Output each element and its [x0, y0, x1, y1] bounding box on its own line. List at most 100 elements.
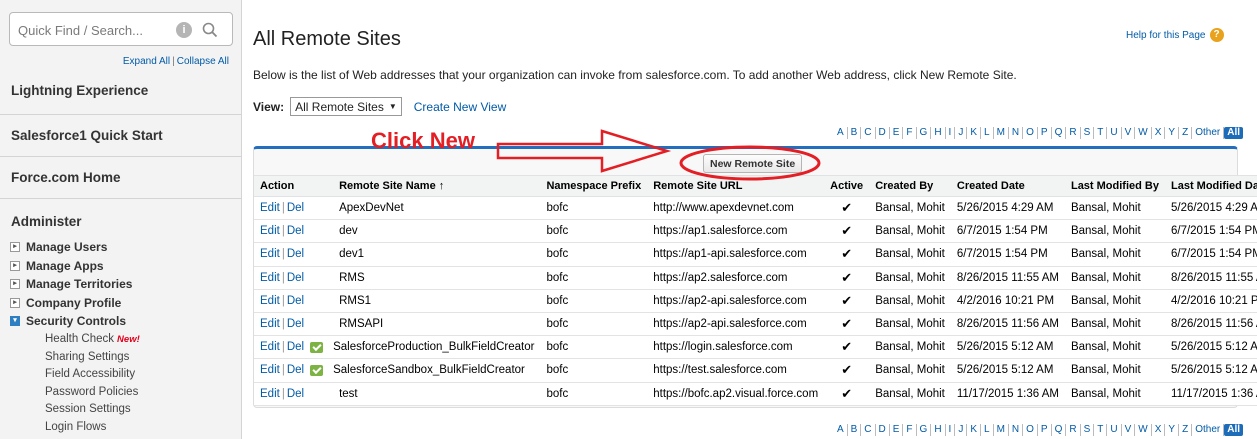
remote-site-name-link[interactable]: SalesforceSandbox_BulkFieldCreator — [333, 364, 525, 376]
last-modified-by-link[interactable]: Bansal, Mohit — [1071, 318, 1141, 330]
search-icon[interactable] — [200, 20, 220, 40]
sidebar-subitem-login-flows[interactable]: Login Flows — [45, 421, 140, 439]
namespace-prefix-link[interactable]: bofc — [546, 202, 568, 214]
sidebar-item-manage-users[interactable]: ▸ Manage Users — [10, 238, 238, 257]
alpha-filter-k[interactable]: K — [967, 424, 981, 436]
last-modified-by-link[interactable]: Bansal, Mohit — [1071, 364, 1141, 376]
remote-site-name-link[interactable]: RMS — [339, 272, 365, 284]
alpha-filter-r[interactable]: R — [1066, 127, 1081, 139]
alpha-filter-l[interactable]: L — [981, 127, 994, 139]
alpha-filter-d[interactable]: D — [876, 127, 890, 139]
expand-icon[interactable]: ▸ — [10, 297, 20, 308]
sidebar-section-lightning-experience[interactable]: Lightning Experience — [0, 73, 241, 119]
remote-site-url-link[interactable]: https://ap1-api.salesforce.com — [653, 248, 806, 260]
edit-link[interactable]: Edit — [260, 318, 280, 330]
remote-site-url-link[interactable]: https://ap2.salesforce.com — [653, 272, 787, 284]
expand-icon[interactable]: ▸ — [10, 279, 20, 290]
namespace-prefix-link[interactable]: bofc — [546, 225, 568, 237]
remote-site-name-link[interactable]: dev1 — [339, 248, 364, 260]
remote-site-name-link[interactable]: dev — [339, 225, 358, 237]
alpha-filter-all[interactable]: All — [1224, 127, 1243, 139]
alpha-filter-a[interactable]: A — [834, 127, 848, 139]
namespace-prefix-link[interactable]: bofc — [546, 272, 568, 284]
sidebar-item-manage-territories[interactable]: ▸ Manage Territories — [10, 275, 238, 294]
last-modified-by-link[interactable]: Bansal, Mohit — [1071, 388, 1141, 400]
sidebar-item-security-controls[interactable]: ▾ Security Controls — [10, 312, 238, 331]
remote-site-name-link[interactable]: RMSAPI — [339, 318, 383, 330]
alpha-filter-v[interactable]: V — [1122, 127, 1136, 139]
alpha-filter-d[interactable]: D — [876, 424, 890, 436]
alpha-filter-u[interactable]: U — [1107, 127, 1122, 139]
del-link[interactable]: Del — [287, 364, 304, 376]
remote-site-url-link[interactable]: https://ap2-api.salesforce.com — [653, 295, 806, 307]
namespace-prefix-link[interactable]: bofc — [546, 364, 568, 376]
del-link[interactable]: Del — [287, 272, 304, 284]
sidebar-item-company-profile[interactable]: ▸ Company Profile — [10, 294, 238, 313]
alpha-filter-j[interactable]: J — [955, 127, 968, 139]
edit-link[interactable]: Edit — [260, 248, 280, 260]
col-remote-site-name[interactable]: Remote Site Name ↑ — [333, 175, 541, 197]
del-link[interactable]: Del — [287, 202, 304, 214]
alpha-filter-h[interactable]: H — [931, 127, 946, 139]
last-modified-by-link[interactable]: Bansal, Mohit — [1071, 341, 1141, 353]
collapse-icon[interactable]: ▾ — [10, 316, 20, 327]
alpha-filter-n[interactable]: N — [1009, 424, 1024, 436]
col-remote-site-url[interactable]: Remote Site URL — [647, 175, 825, 197]
remote-site-name-link[interactable]: SalesforceProduction_BulkFieldCreator — [333, 341, 534, 353]
alpha-filter-s[interactable]: S — [1081, 424, 1095, 436]
alpha-filter-m[interactable]: M — [994, 127, 1009, 139]
alpha-filter-w[interactable]: W — [1135, 424, 1152, 436]
last-modified-by-link[interactable]: Bansal, Mohit — [1071, 295, 1141, 307]
collapse-all-link[interactable]: Collapse All — [177, 56, 229, 67]
alpha-filter-m[interactable]: M — [994, 424, 1009, 436]
alpha-filter-u[interactable]: U — [1107, 424, 1122, 436]
created-by-link[interactable]: Bansal, Mohit — [875, 295, 945, 307]
help-link[interactable]: Help for this Page ? — [1126, 28, 1224, 42]
alpha-filter-k[interactable]: K — [967, 127, 981, 139]
alpha-filter-i[interactable]: I — [946, 424, 956, 436]
namespace-prefix-link[interactable]: bofc — [546, 248, 568, 260]
last-modified-by-link[interactable]: Bansal, Mohit — [1071, 248, 1141, 260]
alpha-filter-z[interactable]: Z — [1179, 127, 1193, 139]
namespace-prefix-link[interactable]: bofc — [546, 388, 568, 400]
sidebar-subitem-sharing-settings[interactable]: Sharing Settings — [45, 351, 140, 369]
alpha-filter-all[interactable]: All — [1224, 424, 1243, 436]
expand-icon[interactable]: ▸ — [10, 260, 20, 271]
alpha-filter-other[interactable]: Other — [1192, 424, 1225, 436]
remote-site-url-link[interactable]: https://ap2-api.salesforce.com — [653, 318, 806, 330]
sidebar-subitem-password-policies[interactable]: Password Policies — [45, 386, 140, 404]
alpha-filter-g[interactable]: G — [917, 127, 932, 139]
alpha-filter-g[interactable]: G — [917, 424, 932, 436]
remote-site-url-link[interactable]: http://www.apexdevnet.com — [653, 202, 794, 214]
col-namespace-prefix[interactable]: Namespace Prefix — [540, 175, 648, 197]
alpha-filter-z[interactable]: Z — [1179, 424, 1193, 436]
alpha-filter-l[interactable]: L — [981, 424, 994, 436]
alpha-filter-y[interactable]: Y — [1165, 424, 1180, 436]
del-link[interactable]: Del — [287, 318, 304, 330]
last-modified-by-link[interactable]: Bansal, Mohit — [1071, 225, 1141, 237]
alpha-filter-p[interactable]: P — [1038, 127, 1052, 139]
del-link[interactable]: Del — [287, 295, 304, 307]
expand-all-link[interactable]: Expand All — [123, 56, 170, 67]
sidebar-subitem-field-accessibility[interactable]: Field Accessibility — [45, 368, 140, 386]
created-by-link[interactable]: Bansal, Mohit — [875, 272, 945, 284]
namespace-prefix-link[interactable]: bofc — [546, 341, 568, 353]
created-by-link[interactable]: Bansal, Mohit — [875, 202, 945, 214]
del-link[interactable]: Del — [287, 248, 304, 260]
alpha-filter-b[interactable]: B — [848, 127, 862, 139]
remote-site-name-link[interactable]: RMS1 — [339, 295, 371, 307]
new-remote-site-button[interactable]: New Remote Site — [703, 154, 803, 173]
sidebar-section-salesforce1-quick-start[interactable]: Salesforce1 Quick Start — [0, 114, 241, 156]
alpha-filter-x[interactable]: X — [1152, 424, 1166, 436]
alpha-filter-other[interactable]: Other — [1192, 127, 1225, 139]
alpha-filter-n[interactable]: N — [1009, 127, 1024, 139]
remote-site-url-link[interactable]: https://ap1.salesforce.com — [653, 225, 787, 237]
alpha-filter-c[interactable]: C — [861, 424, 876, 436]
col-last-modified-date[interactable]: Last Modified Date — [1164, 175, 1257, 197]
alpha-filter-q[interactable]: Q — [1052, 127, 1067, 139]
alpha-filter-c[interactable]: C — [861, 127, 876, 139]
created-by-link[interactable]: Bansal, Mohit — [875, 364, 945, 376]
sidebar-item-manage-apps[interactable]: ▸ Manage Apps — [10, 257, 238, 276]
alpha-filter-o[interactable]: O — [1023, 127, 1038, 139]
del-link[interactable]: Del — [287, 388, 304, 400]
